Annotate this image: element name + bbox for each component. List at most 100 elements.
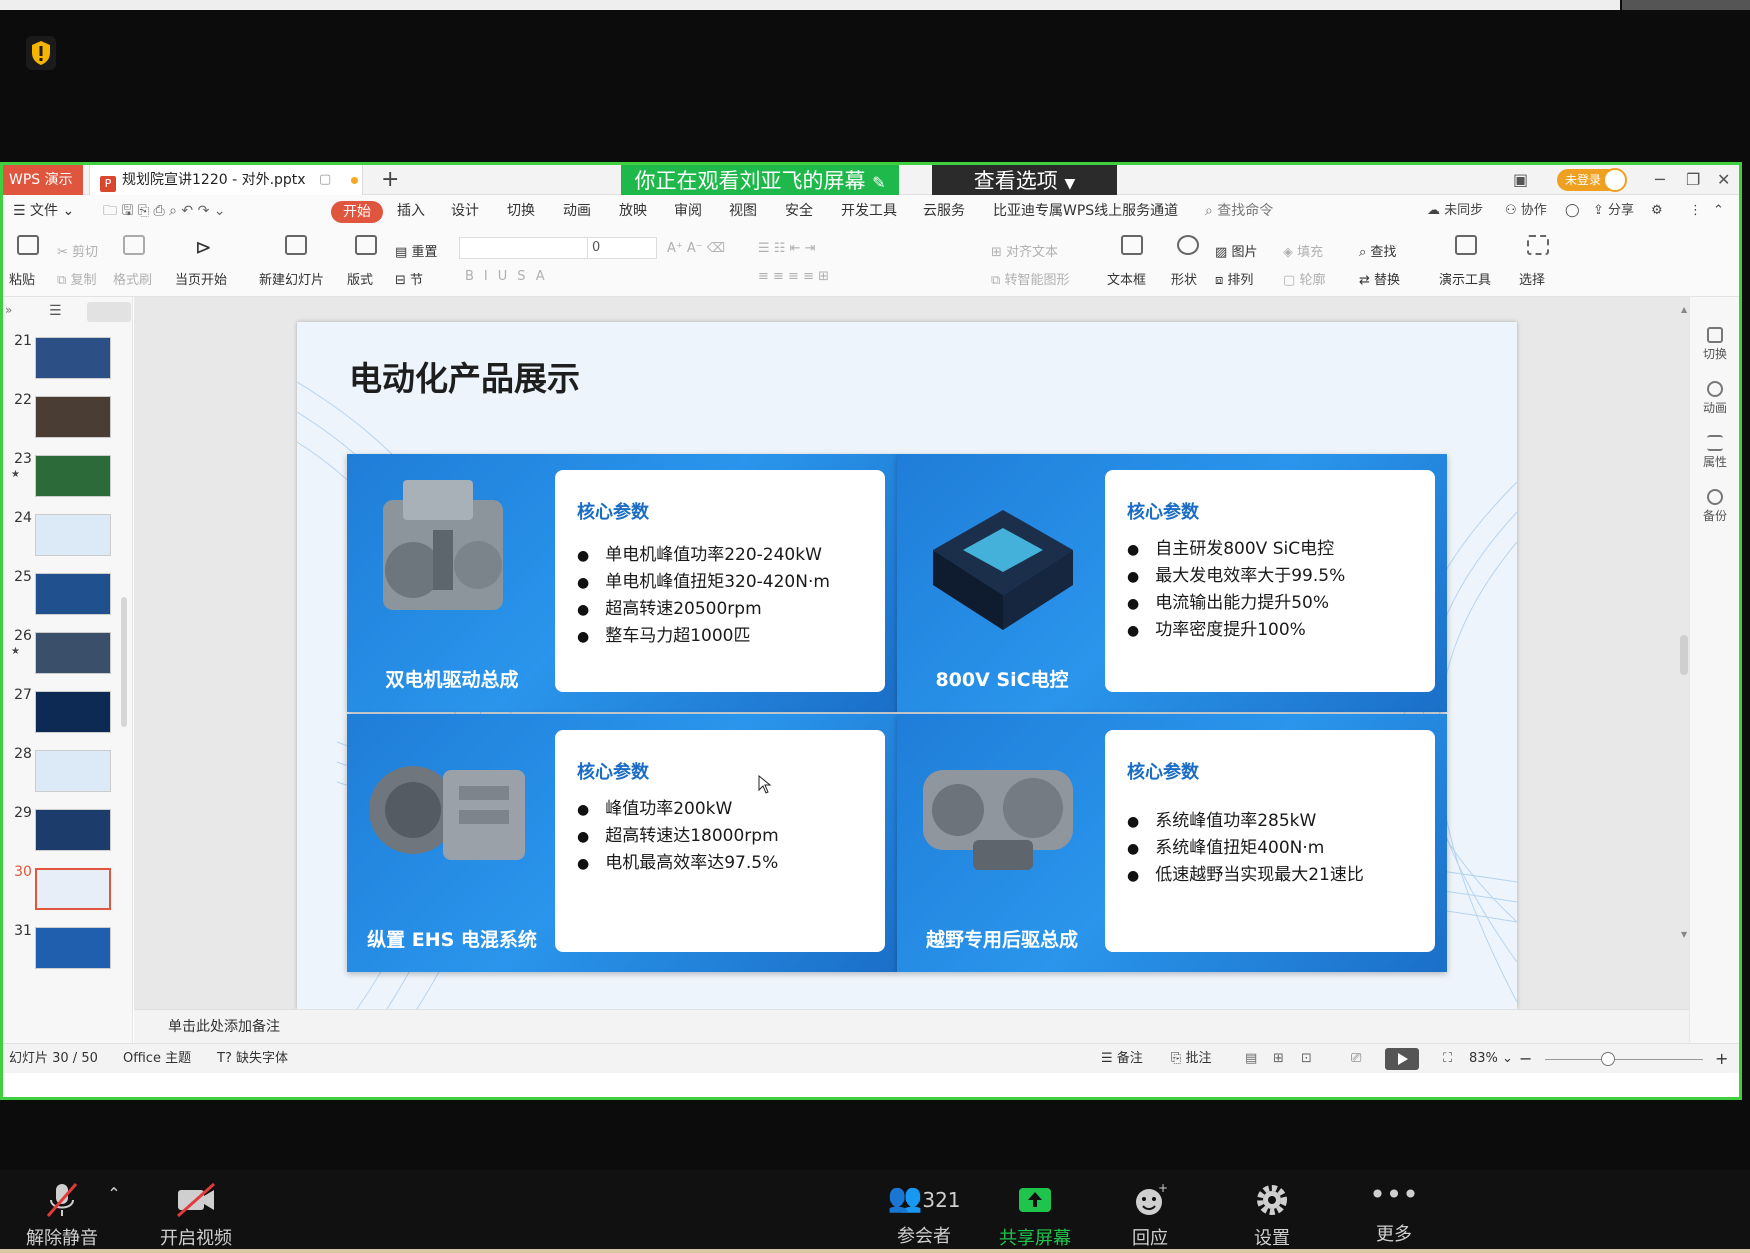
zoom-level[interactable]: 83% ⌄ — [1469, 1044, 1513, 1074]
font-size-buttons[interactable]: A⁺ A⁻ ⌫ — [667, 241, 725, 256]
paste-button[interactable]: 粘贴 — [9, 269, 35, 288]
new-tab-button[interactable]: + — [381, 165, 399, 195]
layout-button[interactable]: 版式 — [347, 269, 373, 288]
tab-animation[interactable]: 动画 — [563, 195, 591, 227]
replace-button[interactable]: ⇄ 替换 — [1359, 269, 1400, 288]
zoom-out-button[interactable]: − — [1519, 1044, 1532, 1074]
sync-status[interactable]: ☁ 未同步 — [1427, 195, 1483, 227]
settings-gear-icon[interactable]: ⚙ — [1651, 195, 1663, 227]
slide-thumbnail[interactable] — [35, 573, 111, 615]
slide-thumbnail[interactable] — [35, 632, 111, 674]
canvas-scrollbar[interactable]: ▲ ▼ — [1679, 305, 1689, 1005]
product-card-offroad-rear-drive[interactable]: 越野专用后驱总成 核心参数 系统峰值功率285kW 系统峰值扭矩400N·m 低… — [897, 714, 1447, 972]
tab-slideshow[interactable]: 放映 — [619, 195, 647, 227]
tab-byd-service[interactable]: 比亚迪专属WPS线上服务通道 — [993, 195, 1178, 227]
tab-view[interactable]: 视图 — [729, 195, 757, 227]
start-video-button[interactable]: 开启视频 — [150, 1180, 242, 1250]
format-painter-button[interactable]: 格式刷 — [113, 269, 152, 288]
more-button[interactable]: ••• 更多 — [1354, 1180, 1434, 1246]
list-buttons[interactable]: ☰ ☷ ⇤ ⇥ — [758, 241, 816, 256]
paragraph-align-buttons[interactable]: ≡ ≡ ≡ ≡ ⊞ — [758, 269, 829, 284]
new-slide-icon[interactable] — [285, 235, 307, 255]
fit-window-icon[interactable]: ⛶ — [1443, 1044, 1452, 1074]
audio-options-chevron-icon[interactable]: ⌃ — [104, 1184, 124, 1203]
thumbnail-view-icon[interactable] — [87, 302, 131, 322]
product-card-sic-controller[interactable]: 800V SiC电控 核心参数 自主研发800V SiC电控 最大发电效率大于9… — [897, 454, 1447, 712]
tab-cloud[interactable]: 云服务 — [923, 195, 965, 227]
sorter-view-icon[interactable]: ⊞ — [1273, 1044, 1284, 1074]
tab-developer[interactable]: 开发工具 — [841, 195, 897, 227]
section-button[interactable]: ⊟ 节 — [395, 269, 423, 288]
outline-view-icon[interactable]: ☰ — [49, 303, 62, 319]
theme-name[interactable]: Office 主题 — [123, 1044, 191, 1074]
tab-insert[interactable]: 插入 — [397, 195, 425, 227]
outline-button[interactable]: ▢ 轮廓 — [1283, 269, 1325, 288]
notes-toggle[interactable]: ☰ 备注 — [1101, 1044, 1143, 1074]
picture-button[interactable]: ▨ 图片 — [1215, 241, 1257, 260]
layout-icon[interactable] — [355, 235, 377, 255]
right-panel-properties[interactable]: 属性 — [1690, 435, 1739, 470]
tab-review[interactable]: 审阅 — [674, 195, 702, 227]
right-panel-transition[interactable]: 切换 — [1690, 327, 1739, 362]
canvas-scroll-thumb[interactable] — [1680, 635, 1688, 675]
view-options-button[interactable]: 查看选项 ▼ — [932, 165, 1117, 198]
minimize-icon[interactable]: ─ — [1655, 165, 1665, 195]
select-icon[interactable] — [1527, 235, 1549, 255]
slide-thumbnail[interactable] — [35, 691, 111, 733]
fill-button[interactable]: ◈ 填充 — [1283, 241, 1323, 260]
tab-transition[interactable]: 切换 — [507, 195, 535, 227]
collab-button[interactable]: ⚇ 协作 — [1505, 195, 1547, 227]
collapse-ribbon-icon[interactable]: ⌃ — [1713, 195, 1724, 227]
tab-security[interactable]: 安全 — [785, 195, 813, 227]
slide-thumbnail[interactable] — [35, 396, 111, 438]
shape-button[interactable]: 形状 — [1171, 269, 1197, 288]
tab-options-icon[interactable]: ▢ — [319, 165, 331, 195]
zoom-slider-knob[interactable] — [1601, 1052, 1615, 1066]
share-button[interactable]: ⇪ 分享 — [1593, 195, 1634, 227]
unmute-button[interactable]: 解除静音 — [20, 1180, 104, 1250]
slide-thumbnail[interactable] — [35, 809, 111, 851]
slide-thumbnail[interactable] — [35, 868, 111, 910]
expand-panel-icon[interactable]: » — [5, 303, 12, 317]
scroll-down-icon[interactable]: ▼ — [1681, 930, 1687, 939]
scroll-up-icon[interactable]: ▲ — [1681, 305, 1687, 314]
window-layout-icon[interactable]: ▣ — [1513, 165, 1528, 195]
align-text-button[interactable]: ⊞ 对齐文本 — [991, 241, 1058, 260]
slide-thumbnail[interactable] — [35, 750, 111, 792]
paste-icon[interactable] — [17, 235, 39, 255]
slide-thumbnail[interactable] — [35, 514, 111, 556]
font-size-field[interactable]: 0 — [587, 237, 657, 259]
tab-home[interactable]: 开始 — [331, 201, 383, 223]
arrange-button[interactable]: ⧈ 排列 — [1215, 269, 1253, 288]
react-button[interactable]: + 回应 — [1110, 1180, 1190, 1250]
present-tools-button[interactable]: 演示工具 — [1439, 269, 1491, 288]
play-from-current-icon[interactable]: ⊳ — [195, 235, 212, 259]
shape-icon[interactable] — [1177, 235, 1199, 255]
close-icon[interactable]: ✕ — [1717, 165, 1730, 195]
user-avatar[interactable] — [1603, 168, 1627, 192]
maximize-icon[interactable]: ❐ — [1686, 165, 1700, 195]
share-screen-button[interactable]: 共享屏幕 — [990, 1180, 1080, 1250]
cut-button[interactable]: ✂ 剪切 — [57, 241, 98, 260]
missing-font-button[interactable]: T? 缺失字体 — [217, 1044, 288, 1074]
font-name-field[interactable] — [459, 237, 589, 259]
product-card-ehs-system[interactable]: 纵置 EHS 电混系统 核心参数 峰值功率200kW 超高转速达18000rpm… — [347, 714, 897, 972]
textbox-button[interactable]: 文本框 — [1107, 269, 1146, 288]
quick-access-icons[interactable]: 🗀 🖫 ⎘ ⎙ ⌕ ↶ ↷ ⌄ — [103, 195, 226, 227]
product-card-dual-motor[interactable]: 双电机驱动总成 核心参数 单电机峰值功率220-240kW 单电机峰值扭矩320… — [347, 454, 897, 712]
zoom-in-button[interactable]: + — [1715, 1044, 1728, 1074]
textbox-icon[interactable] — [1121, 235, 1143, 255]
format-painter-icon[interactable] — [123, 235, 145, 255]
present-tools-icon[interactable] — [1455, 235, 1477, 255]
wps-app-tab[interactable]: WPS 演示 — [3, 165, 83, 195]
copy-button[interactable]: ⧉ 复制 — [57, 269, 96, 288]
normal-view-icon[interactable]: ▤ — [1245, 1044, 1257, 1074]
more-vertical-icon[interactable]: ⋮ — [1689, 195, 1702, 227]
from-current-button[interactable]: 当页开始 — [175, 269, 227, 288]
notes-field[interactable]: 单击此处添加备注 — [134, 1009, 1689, 1043]
reading-view-icon[interactable]: ⊡ — [1301, 1044, 1312, 1074]
zoom-slider[interactable] — [1545, 1059, 1703, 1060]
file-menu[interactable]: ☰ 文件 ⌄ — [13, 195, 74, 227]
reset-button[interactable]: ▤ 重置 — [395, 241, 437, 260]
find-button[interactable]: ⌕ 查找 — [1359, 241, 1396, 260]
